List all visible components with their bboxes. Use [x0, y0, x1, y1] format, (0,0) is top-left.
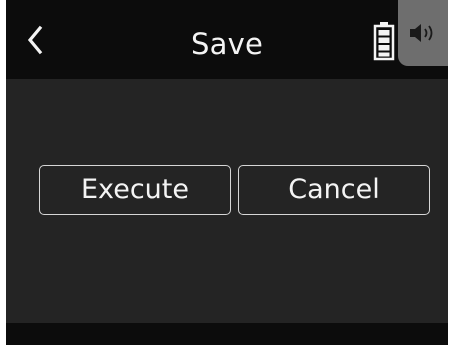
footer-bar	[6, 323, 448, 345]
battery-icon	[373, 22, 395, 61]
execute-button[interactable]: Execute	[39, 165, 231, 215]
cancel-button[interactable]: Cancel	[238, 165, 430, 215]
chevron-left-icon	[27, 25, 43, 55]
back-button[interactable]	[20, 18, 50, 62]
speaker-button[interactable]	[398, 0, 448, 66]
header-bar: Save	[6, 0, 448, 79]
dialog-area: Execute Cancel	[6, 79, 448, 323]
device-screen: Save Execute Cancel	[6, 0, 448, 345]
speaker-icon	[410, 24, 433, 42]
